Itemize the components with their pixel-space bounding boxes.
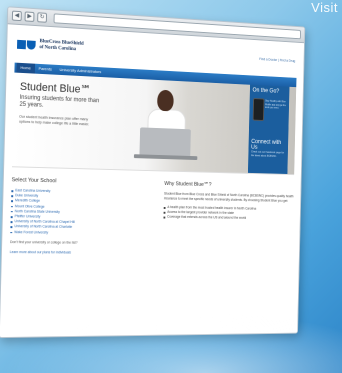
bcbs-logo[interactable] (16, 39, 36, 50)
laptop-icon (139, 127, 191, 158)
refresh-button[interactable]: ↻ (37, 12, 48, 23)
laptop-base (133, 154, 198, 161)
web-page: BlueCross BlueShield of North Carolina F… (0, 24, 305, 339)
why-column: Why Student Blue℠? Student Blue from Blu… (163, 181, 294, 256)
brand-name: BlueCross BlueShield of North Carolina (39, 39, 83, 53)
browser-window: ◀ ▶ ↻ BlueCross BlueShield of North Caro… (0, 6, 306, 339)
why-title: Why Student Blue℠? (164, 181, 212, 188)
shield-icon (26, 39, 36, 50)
hero-banner: Student Blue℠ Insuring students for more… (11, 72, 297, 176)
background-glow (0, 313, 342, 373)
school-footer-text: Don't find your university or college on… (9, 239, 78, 245)
school-list: East Carolina University Duke University… (10, 188, 151, 236)
back-button[interactable]: ◀ (11, 10, 22, 22)
visit-banner-text: Visit (311, 0, 338, 15)
why-text: Student Blue from Blue Cross and Blue Sh… (163, 191, 294, 203)
on-the-go-heading: On the Go? (252, 87, 280, 95)
forward-button[interactable]: ▶ (24, 11, 35, 22)
hero-subtitle: Insuring students for more than 25 years… (19, 94, 100, 109)
cross-icon (16, 39, 26, 49)
on-the-go-text[interactable]: Stay Healthy with Blue Mobile app and ge… (265, 100, 287, 111)
benefit-item: Coverage that extends across the US and … (163, 215, 293, 222)
connect-text[interactable]: Check out our Facebook page for the late… (251, 150, 285, 158)
student-head (157, 89, 174, 112)
school-link[interactable]: Wake Forest University (10, 230, 150, 237)
select-school-title: Select Your School (11, 177, 57, 185)
hero-description: Our student health insurance plan offer … (18, 114, 90, 127)
individual-plans-link[interactable]: Learn more about our plans for individua… (10, 250, 150, 256)
smartphone-icon (252, 98, 265, 121)
hero-text: Student Blue℠ Insuring students for more… (12, 73, 121, 170)
school-column: Select Your School East Carolina Univers… (10, 177, 152, 255)
benefit-list: A health plan from the most trusted heal… (163, 205, 293, 222)
main-content: Select Your School East Carolina Univers… (10, 177, 294, 256)
top-links[interactable]: Find a Doctor | Find a Drug (259, 57, 295, 63)
promo-sidebar: On the Go? Stay Healthy with Blue Mobile… (247, 84, 290, 174)
